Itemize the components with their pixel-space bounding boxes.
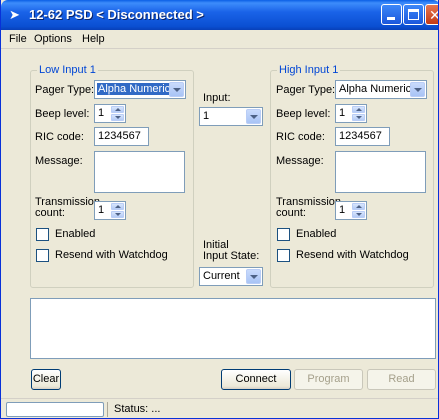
high-pager-type-value: Alpha Numeric: [339, 83, 412, 95]
menu-help[interactable]: Help: [82, 33, 105, 45]
close-button[interactable]: ✕: [425, 4, 438, 25]
read-button[interactable]: Read: [367, 369, 436, 390]
high-ric-code-input[interactable]: 1234567: [335, 127, 390, 146]
chevron-down-icon[interactable]: [246, 269, 261, 284]
high-beep-level-value: 1: [339, 107, 346, 119]
spin-down-icon[interactable]: [111, 211, 124, 218]
status-pane: Status: ...: [107, 402, 436, 417]
high-message-label: Message:: [276, 155, 324, 167]
clear-button[interactable]: Clear: [31, 369, 61, 390]
pager-icon: ➤: [9, 7, 20, 22]
spin-up-icon[interactable]: [352, 106, 365, 113]
high-resend-label[interactable]: Resend with Watchdog: [296, 249, 409, 261]
low-resend-label[interactable]: Resend with Watchdog: [55, 249, 168, 261]
main-window: ➤ 12-62 PSD < Disconnected > ✕ File Opti…: [0, 0, 439, 419]
low-ric-code-input[interactable]: 1234567: [94, 127, 149, 146]
high-pager-type-label: Pager Type:: [276, 84, 336, 96]
progress-bar: [6, 402, 104, 417]
high-ric-code-label: RIC code:: [276, 131, 325, 143]
initial-state-label-2: Input State:: [203, 250, 260, 262]
close-icon: ✕: [429, 6, 438, 24]
spin-down-icon[interactable]: [111, 114, 124, 121]
maximize-icon: [408, 9, 419, 20]
input-select[interactable]: 1: [199, 107, 263, 126]
menu-file[interactable]: File: [9, 33, 27, 45]
initial-state-select[interactable]: Current: [199, 267, 263, 286]
title-bar[interactable]: ➤ 12-62 PSD < Disconnected > ✕: [1, 0, 438, 30]
high-beep-level-stepper[interactable]: 1: [335, 104, 367, 123]
high-ric-code-value: 1234567: [339, 130, 382, 142]
low-ric-code-label: RIC code:: [35, 131, 84, 143]
low-beep-level-label: Beep level:: [35, 108, 90, 120]
high-enabled-label[interactable]: Enabled: [296, 228, 336, 240]
initial-state-value: Current: [203, 270, 240, 282]
low-input-group-label: Low Input 1: [37, 64, 98, 76]
status-bar: Status: ...: [1, 398, 438, 418]
minimize-icon: [387, 17, 395, 20]
input-label: Input:: [203, 92, 231, 104]
low-beep-level-value: 1: [98, 107, 105, 119]
minimize-button[interactable]: [381, 4, 402, 25]
menu-bar: File Options Help: [1, 30, 438, 49]
spin-up-icon[interactable]: [111, 203, 124, 210]
input-value: 1: [203, 110, 210, 122]
chevron-down-icon[interactable]: [169, 82, 184, 97]
low-beep-level-stepper[interactable]: 1: [94, 104, 126, 123]
low-transmission-count-value: 1: [98, 204, 105, 216]
chevron-down-icon[interactable]: [410, 82, 425, 97]
low-pager-type-label: Pager Type:: [35, 84, 95, 96]
log-output[interactable]: [30, 298, 436, 359]
spin-down-icon[interactable]: [352, 211, 365, 218]
spin-down-icon[interactable]: [352, 114, 365, 121]
high-input-group-label: High Input 1: [277, 64, 341, 76]
spin-up-icon[interactable]: [352, 203, 365, 210]
high-pager-type-select[interactable]: Alpha Numeric: [335, 80, 427, 99]
maximize-button[interactable]: [403, 4, 424, 25]
low-transmission-count-stepper[interactable]: 1: [94, 201, 126, 220]
chevron-down-icon[interactable]: [246, 109, 261, 124]
high-beep-level-label: Beep level:: [276, 108, 331, 120]
menu-options[interactable]: Options: [34, 33, 72, 45]
window-title: 12-62 PSD < Disconnected >: [29, 7, 204, 22]
status-text: Status: ...: [114, 403, 161, 415]
low-enabled-checkbox[interactable]: [36, 228, 49, 241]
low-message-label: Message:: [35, 155, 83, 167]
low-message-input[interactable]: [94, 151, 185, 193]
low-transmission-count-label-2: count:: [35, 207, 65, 219]
program-button[interactable]: Program: [294, 369, 363, 390]
connect-button[interactable]: Connect: [221, 369, 291, 390]
low-ric-code-value: 1234567: [98, 130, 141, 142]
high-transmission-count-value: 1: [339, 204, 346, 216]
low-pager-type-value: Alpha Numeric: [97, 83, 172, 95]
high-transmission-count-label-2: count:: [276, 207, 306, 219]
low-enabled-label[interactable]: Enabled: [55, 228, 95, 240]
low-pager-type-select[interactable]: Alpha Numeric: [94, 80, 186, 99]
high-enabled-checkbox[interactable]: [277, 228, 290, 241]
high-message-input[interactable]: [335, 151, 426, 193]
high-resend-checkbox[interactable]: [277, 249, 290, 262]
spin-up-icon[interactable]: [111, 106, 124, 113]
high-transmission-count-stepper[interactable]: 1: [335, 201, 367, 220]
low-resend-checkbox[interactable]: [36, 249, 49, 262]
